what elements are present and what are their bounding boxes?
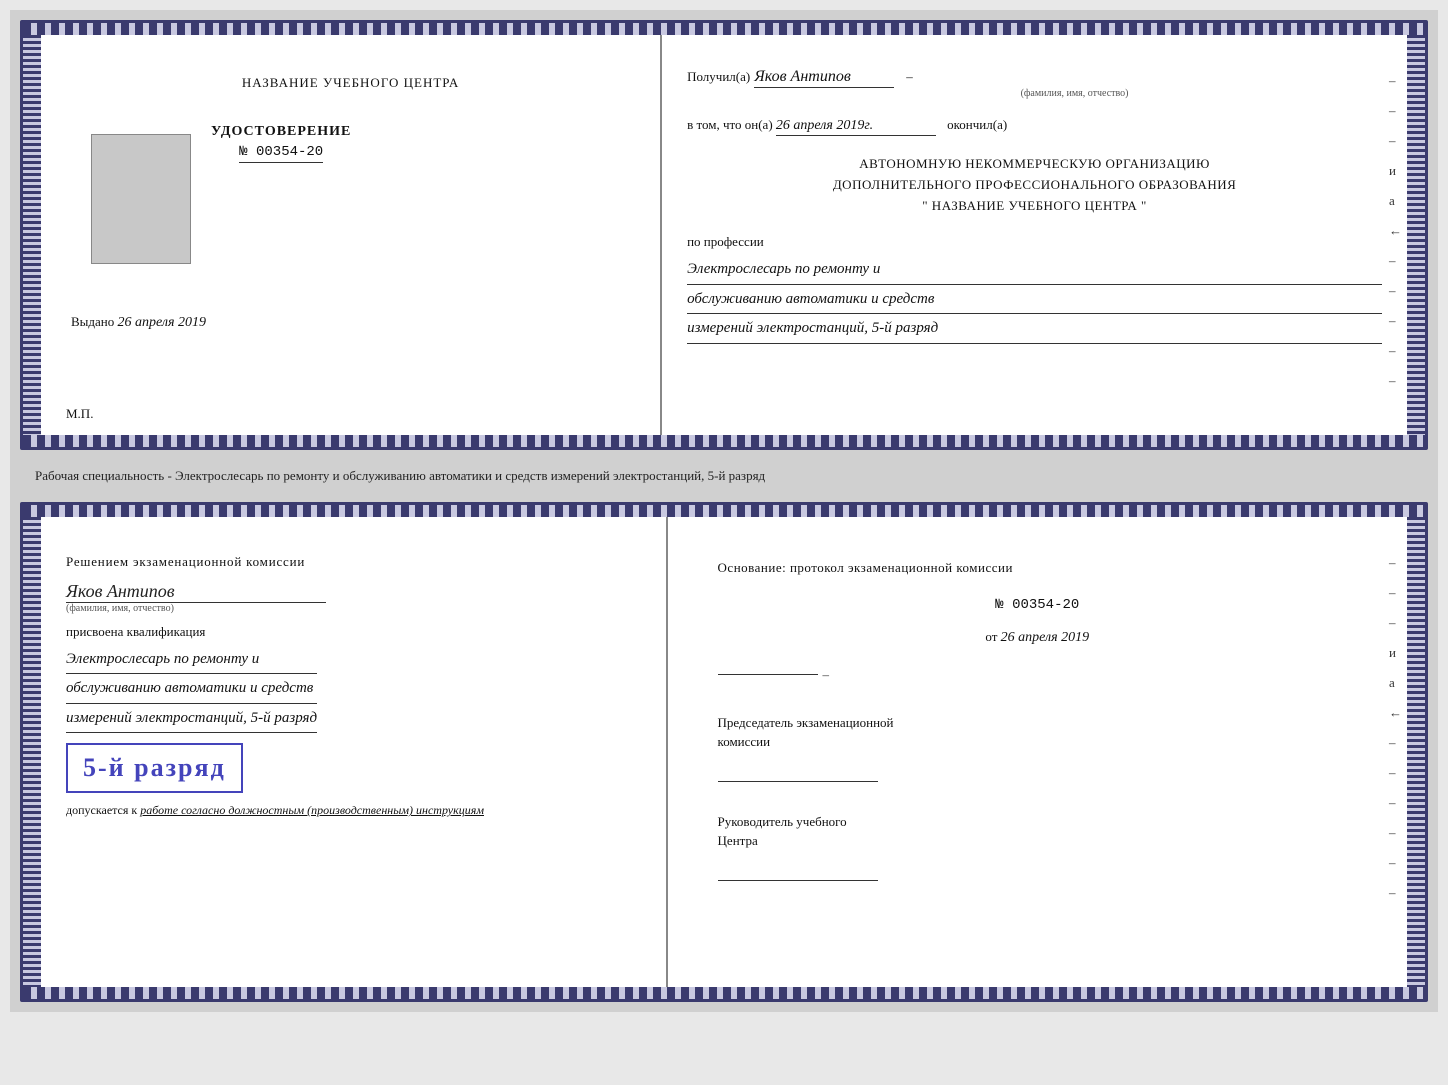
udostoverenie-number: № 00354-20 <box>239 144 323 163</box>
vydano-line: Выдано 26 апреля 2019 <box>71 314 206 331</box>
osnovaniye-block: Основание: протокол экзаменационной коми… <box>693 525 1382 911</box>
rukovoditel-line2: Центра <box>718 831 1357 851</box>
po-professii-line: по профессии <box>687 234 1382 250</box>
ot-date: 26 апреля 2019 <box>1001 630 1089 645</box>
rukovoditel-line1: Руководитель учебного <box>718 812 1357 832</box>
qual-line2-bottom: обслуживанию автоматики и средств <box>66 674 317 704</box>
ot-line: от 26 апреля 2019 <box>718 624 1357 652</box>
razryad-badge: 5-й разряд <box>66 743 243 793</box>
protocol-number: № 00354-20 <box>718 591 1357 619</box>
rukovoditel-block: Руководитель учебного Центра <box>718 812 1357 881</box>
date-handwritten-top: 26 апреля 2019г. <box>776 118 873 133</box>
right-dashes-bottom: – – – и а ← – – – – – – <box>1389 555 1402 901</box>
avto-line2: ДОПОЛНИТЕЛЬНОГО ПРОФЕССИОНАЛЬНОГО ОБРАЗО… <box>687 175 1382 196</box>
mp-line: М.П. <box>66 406 93 422</box>
main-container: НАЗВАНИЕ УЧЕБНОГО ЦЕНТРА УДОСТОВЕРЕНИЕ №… <box>10 10 1438 1012</box>
rukovoditel-signature <box>718 861 878 881</box>
middle-text: Рабочая специальность - Электрослесарь п… <box>20 458 1428 494</box>
bottom-strip-rs <box>23 435 1425 447</box>
left-page-top: НАЗВАНИЕ УЧЕБНОГО ЦЕНТРА УДОСТОВЕРЕНИЕ №… <box>41 23 662 447</box>
resheniem-text: Решением экзаменационной комиссии <box>66 550 305 573</box>
spine-left-bottom <box>23 505 41 999</box>
top-strip-srb <box>23 505 1425 517</box>
left-page-bottom: Решением экзаменационной комиссии Яков А… <box>41 505 668 999</box>
name-handwritten-top: Яков Антипов <box>754 68 851 85</box>
qualification-lines-bottom: Электрослесарь по ремонту и обслуживанию… <box>66 645 317 734</box>
right-page-top: – – – и а ← – – – – – Получил(а) Яков Ан… <box>662 23 1407 447</box>
name-handwritten-bottom: Яков Антипов <box>66 581 326 602</box>
book-bottom: Решением экзаменационной комиссии Яков А… <box>20 502 1428 1002</box>
vydano-label: Выдано <box>71 314 114 329</box>
udostoverenie-label: УДОСТОВЕРЕНИЕ <box>211 124 351 140</box>
prof-line2-top: обслуживанию автоматики и средств <box>687 285 1382 315</box>
okonchil-label: окончил(а) <box>947 117 1007 132</box>
avto-block: АВТОНОМНУЮ НЕКОММЕРЧЕСКУЮ ОРГАНИЗАЦИЮ ДО… <box>687 154 1382 216</box>
bottom-strip-srb <box>23 987 1425 999</box>
name-field-top: Яков Антипов <box>754 68 894 88</box>
poluchil-label: Получил(а) <box>687 69 750 85</box>
right-page-bottom: – – – и а ← – – – – – – Основание: прото… <box>668 505 1407 999</box>
chairman-signature <box>718 762 878 782</box>
qual-line3-bottom: измерений электростанций, 5-й разряд <box>66 704 317 734</box>
po-professii-label: по профессии <box>687 234 764 249</box>
book-top: НАЗВАНИЕ УЧЕБНОГО ЦЕНТРА УДОСТОВЕРЕНИЕ №… <box>20 20 1428 450</box>
qual-line1-bottom: Электрослесарь по ремонту и <box>66 645 317 675</box>
ot-label: от <box>985 629 997 644</box>
spine-left <box>23 23 41 447</box>
dopuskaetsya-label: допускается к <box>66 803 137 817</box>
fio-label-top: (фамилия, имя, отчество) <box>767 88 1382 99</box>
top-strip-rs <box>23 23 1425 35</box>
prof-line3-top: измерений электростанций, 5-й разряд <box>687 314 1382 344</box>
dopuskaetsya-rest: работе согласно должностным (производств… <box>140 803 484 817</box>
prof-line1-top: Электрослесарь по ремонту и <box>687 255 1382 285</box>
dopuskaetsya-line: допускается к работе согласно должностны… <box>66 801 484 820</box>
vtom-line: в том, что он(а) 26 апреля 2019г. окончи… <box>687 117 1382 136</box>
chairman-line1: Председатель экзаменационной <box>718 713 1357 733</box>
spine-right-bottom <box>1407 505 1425 999</box>
avto-line3: " НАЗВАНИЕ УЧЕБНОГО ЦЕНТРА " <box>687 196 1382 217</box>
spine-right-top <box>1407 23 1425 447</box>
chairman-block: Председатель экзаменационной комиссии <box>718 713 1357 782</box>
chairman-line2: комиссии <box>718 732 1357 752</box>
osnovaniye-title: Основание: протокол экзаменационной коми… <box>718 555 1357 581</box>
center-title: НАЗВАНИЕ УЧЕБНОГО ЦЕНТРА <box>242 73 459 94</box>
profession-lines-top: Электрослесарь по ремонту и обслуживанию… <box>687 255 1382 344</box>
right-dashes: – – – и а ← – – – – – <box>1389 73 1402 389</box>
vtom-label: в том, что он(а) <box>687 117 773 132</box>
poluchil-line: Получил(а) Яков Антипов – <box>687 68 1382 88</box>
avto-line1: АВТОНОМНУЮ НЕКОММЕРЧЕСКУЮ ОРГАНИЗАЦИЮ <box>687 154 1382 175</box>
resheniem-block: Решением экзаменационной комиссии <box>66 550 305 573</box>
fio-label-bottom: (фамилия, имя, отчество) <box>66 603 174 614</box>
photo-placeholder <box>91 134 191 264</box>
prisvoena-line: присвоена квалификация <box>66 624 205 640</box>
date-field-top: 26 апреля 2019г. <box>776 117 936 136</box>
vydano-date: 26 апреля 2019 <box>118 315 206 330</box>
